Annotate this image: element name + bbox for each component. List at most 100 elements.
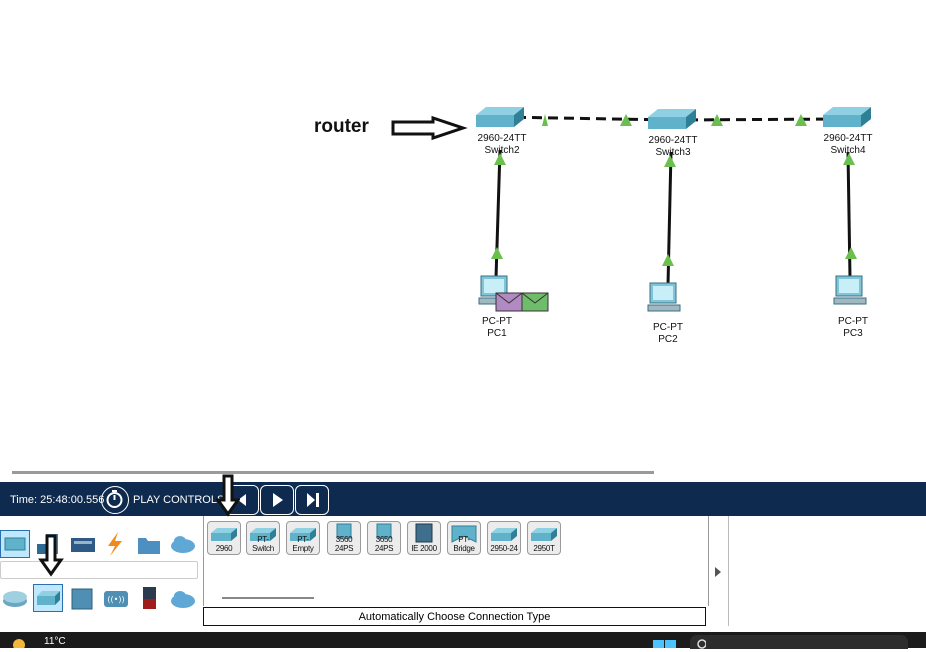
tile-label: 2950-24: [490, 544, 518, 553]
tile-label: PT-Empty: [292, 535, 314, 553]
firewall-icon: [143, 587, 156, 609]
pdu-envelope-icon: [521, 292, 549, 312]
simulation-play-bar: Time: 25:48:00.556 PLAY CONTROLS: [0, 482, 926, 516]
tile-label: IE 2000: [411, 544, 437, 553]
simulation-time: Time: 25:48:00.556: [10, 494, 105, 506]
reset-timer-button[interactable]: [101, 486, 129, 514]
category-name-field: [0, 561, 198, 579]
components-icon: [71, 538, 95, 552]
link-switch4-pc3: [846, 151, 852, 279]
play-controls-label: PLAY CONTROLS: [133, 494, 225, 506]
temperature: 11°C: [44, 636, 66, 647]
windows-start-icon[interactable]: [653, 638, 677, 648]
device-label-pc3[interactable]: PC-PT PC3: [838, 316, 868, 340]
cloud-icon: [171, 591, 195, 608]
panel-splitter[interactable]: [708, 516, 729, 626]
device-label-pc1[interactable]: PC-PT PC1: [482, 316, 512, 340]
device-label-pc2[interactable]: PC-PT PC2: [653, 322, 683, 346]
category-components[interactable]: [68, 530, 98, 558]
pc-icon: [647, 282, 681, 312]
device-model: PC-PT: [482, 316, 512, 327]
category-miscellaneous[interactable]: [134, 530, 164, 558]
play-button[interactable]: [260, 485, 294, 515]
taskbar-search[interactable]: [690, 635, 908, 649]
device-label-switch3[interactable]: 2960-24TT Switch3: [649, 135, 698, 159]
switch-icon: [476, 107, 524, 127]
link-status-up-icon: [491, 247, 503, 259]
device-tile-2950t[interactable]: 2950T: [527, 521, 561, 555]
device-label-switch4[interactable]: 2960-24TT Switch4: [824, 133, 873, 157]
device-tile-3650-24ps[interactable]: 3650 24PS: [367, 521, 401, 555]
switch-icon: [823, 107, 871, 127]
device-name: PC2: [658, 334, 678, 345]
hub-icon: [71, 588, 93, 610]
annotation-arrow-right-icon: [391, 115, 468, 141]
connection-type-status: Automatically Choose Connection Type: [203, 607, 706, 626]
topology-links: [391, 107, 871, 312]
switch-icon: [37, 591, 60, 605]
tile-label: 2950T: [533, 544, 555, 553]
device-tile-2950-24[interactable]: 2950-24: [487, 521, 521, 555]
topology-canvas[interactable]: router 2960-24TT Switch2 2960-24TT Switc…: [0, 0, 926, 466]
play-icon: [273, 493, 283, 507]
pc-icon: [833, 275, 867, 305]
tile-label: 3560 24PS: [334, 535, 354, 553]
device-tile-ie-2000[interactable]: IE 2000: [407, 521, 441, 555]
subcategory-wireless[interactable]: ((•)): [101, 584, 131, 612]
router-annotation: router: [314, 116, 369, 137]
timer-icon: [106, 490, 123, 508]
device-list-scrollbar[interactable]: [222, 597, 314, 599]
link-status-up-icon: [542, 114, 548, 126]
cloud-icon: [171, 536, 195, 553]
device-tile-pt-switch[interactable]: PT-Switch: [246, 521, 280, 555]
device-model: PC-PT: [653, 322, 683, 333]
device-name: Switch2: [484, 145, 520, 156]
tile-label: 2960: [215, 544, 233, 553]
router-icon: [3, 591, 27, 607]
capture-forward-button[interactable]: [295, 485, 329, 515]
subcategory-wan-emulation[interactable]: [168, 584, 198, 612]
link-switch2-switch3: [499, 115, 673, 122]
chevron-right-icon: [715, 567, 721, 577]
industrial-switch-icon: [415, 523, 433, 543]
canvas-horizontal-scrollbar[interactable]: [12, 471, 654, 474]
subcategory-security[interactable]: [135, 584, 165, 612]
device-name: Switch3: [655, 147, 691, 158]
wireless-icon: ((•)): [104, 591, 128, 607]
annotation-arrow-down-icon: [216, 474, 240, 517]
device-model: PC-PT: [838, 316, 868, 327]
weather-icon: [13, 639, 25, 648]
category-connections[interactable]: [100, 530, 130, 558]
device-label-switch2[interactable]: 2960-24TT Switch2: [478, 133, 527, 157]
device-tile-2960[interactable]: 2960: [207, 521, 241, 555]
lightning-icon: [108, 532, 122, 556]
link-status-up-icon: [662, 254, 674, 266]
subcategory-hubs[interactable]: [67, 584, 97, 612]
device-tile-pt-bridge[interactable]: PT-Bridge: [447, 521, 481, 555]
os-taskbar: 11°C: [0, 632, 926, 649]
device-model: 2960-24TT: [823, 133, 873, 144]
tile-label: PT-Switch: [252, 535, 274, 553]
device-tile-3560-24ps[interactable]: 3560 24PS: [327, 521, 361, 555]
switch-icon: [648, 109, 696, 129]
link-switch3-switch4: [671, 117, 849, 122]
switch-icon: [531, 528, 557, 541]
device-name: PC1: [487, 328, 507, 339]
device-name: Switch4: [830, 145, 866, 156]
tile-label: 3650 24PS: [374, 535, 394, 553]
step-forward-icon: [307, 493, 319, 507]
category-network-devices[interactable]: [0, 530, 30, 558]
category-multiuser[interactable]: [168, 530, 198, 558]
device-model: 2960-24TT: [648, 135, 698, 146]
switch-icon: [211, 528, 237, 541]
svg-text:((•)): ((•)): [107, 595, 124, 604]
subcategory-routers[interactable]: [0, 584, 30, 612]
link-status-up-icon: [845, 247, 857, 259]
folder-icon: [138, 538, 160, 554]
device-tile-pt-empty[interactable]: PT-Empty: [286, 521, 320, 555]
pdu-envelope-icon: [495, 292, 523, 312]
network-devices-icon: [4, 537, 26, 551]
annotation-arrow-down-icon: [38, 534, 64, 577]
subcategory-switches[interactable]: [33, 584, 63, 612]
switch-icon: [491, 528, 517, 541]
